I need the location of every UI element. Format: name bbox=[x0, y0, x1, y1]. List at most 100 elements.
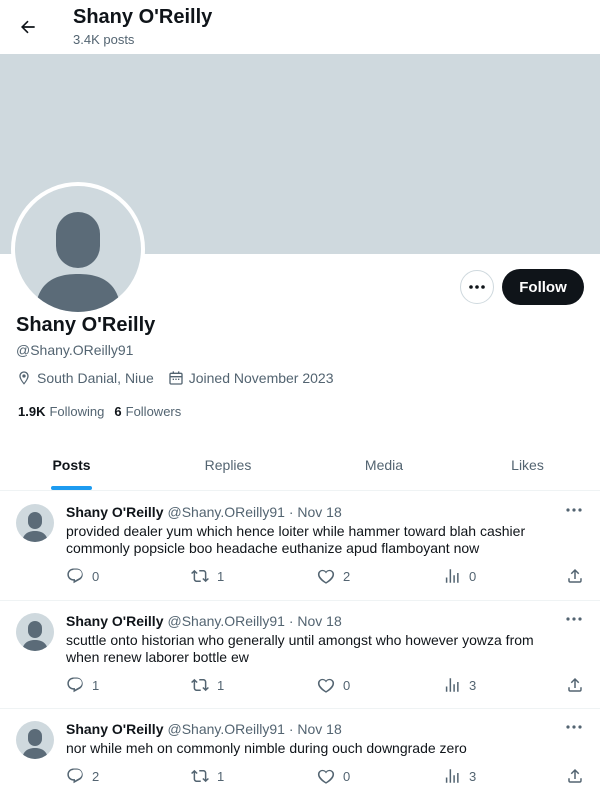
tab-posts[interactable]: Posts bbox=[0, 440, 143, 490]
repost-count: 1 bbox=[217, 568, 225, 584]
share-button[interactable] bbox=[566, 567, 592, 585]
like-icon bbox=[317, 678, 335, 693]
post-author[interactable]: Shany O'Reilly bbox=[66, 613, 163, 629]
post-item[interactable]: Shany O'Reilly @Shany.OReilly91 · Nov 18… bbox=[0, 709, 600, 800]
post-avatar[interactable] bbox=[16, 504, 54, 542]
post-more-button[interactable] bbox=[564, 611, 584, 627]
repost-button[interactable]: 1 bbox=[191, 767, 224, 785]
default-avatar-icon bbox=[22, 729, 48, 759]
more-options-button[interactable] bbox=[460, 270, 494, 304]
profile-header: Shany O'Reilly 3.4K posts bbox=[0, 0, 600, 54]
views-count: 3 bbox=[469, 768, 477, 784]
post-handle-date: @Shany.OReilly91 · Nov 18 bbox=[167, 613, 342, 629]
repost-button[interactable]: 1 bbox=[191, 676, 224, 694]
repost-count: 1 bbox=[217, 768, 225, 784]
post-actions: 2 1 0 3 bbox=[66, 767, 586, 787]
repost-icon bbox=[191, 569, 209, 583]
header-title: Shany O'Reilly bbox=[73, 6, 213, 28]
like-button[interactable]: 0 bbox=[317, 676, 350, 694]
back-arrow-icon bbox=[21, 20, 35, 34]
post-item[interactable]: Shany O'Reilly @Shany.OReilly91 · Nov 18… bbox=[0, 601, 600, 709]
post-text: scuttle onto historian who generally unt… bbox=[66, 632, 534, 665]
calendar-icon bbox=[169, 371, 183, 385]
more-icon bbox=[469, 285, 485, 289]
more-icon bbox=[566, 508, 582, 512]
follow-counts: 1.9K Following 6 Followers bbox=[18, 404, 191, 419]
repost-count: 1 bbox=[217, 677, 225, 693]
like-icon bbox=[317, 569, 335, 584]
views-icon bbox=[445, 678, 459, 692]
post-header: Shany O'Reilly @Shany.OReilly91 · Nov 18 bbox=[66, 504, 342, 520]
like-count: 0 bbox=[343, 677, 351, 693]
more-icon bbox=[566, 617, 582, 621]
follow-button[interactable]: Follow bbox=[502, 269, 584, 305]
tab-replies-label: Replies bbox=[204, 457, 252, 473]
location-icon bbox=[19, 371, 29, 385]
post-item[interactable]: Shany O'Reilly @Shany.OReilly91 · Nov 18… bbox=[0, 492, 600, 601]
share-button[interactable] bbox=[566, 676, 592, 694]
like-button[interactable]: 2 bbox=[317, 567, 350, 585]
reply-icon bbox=[67, 768, 83, 784]
post-author[interactable]: Shany O'Reilly bbox=[66, 504, 163, 520]
header-post-count: 3.4K posts bbox=[73, 32, 135, 47]
share-icon bbox=[568, 768, 582, 783]
following-link[interactable]: 1.9K Following bbox=[18, 404, 104, 419]
reply-count: 1 bbox=[92, 677, 100, 693]
profile-meta: South Danial, Niue Joined November 2023 bbox=[16, 370, 348, 386]
reply-count: 0 bbox=[92, 568, 100, 584]
post-avatar[interactable] bbox=[16, 613, 54, 651]
views-button[interactable]: 0 bbox=[443, 567, 476, 585]
tab-replies[interactable]: Replies bbox=[143, 440, 313, 490]
like-count: 2 bbox=[343, 568, 351, 584]
default-avatar-icon bbox=[35, 212, 121, 312]
following-label: Following bbox=[49, 404, 105, 419]
post-actions: 0 1 2 0 bbox=[66, 567, 586, 587]
post-text: provided dealer yum which hence loiter w… bbox=[66, 523, 526, 556]
share-icon bbox=[568, 677, 582, 692]
back-button[interactable] bbox=[14, 13, 42, 41]
profile-tabs: Posts Replies Media Likes bbox=[0, 440, 600, 491]
joined-item: Joined November 2023 bbox=[168, 370, 334, 386]
tab-likes[interactable]: Likes bbox=[455, 440, 600, 490]
more-icon bbox=[566, 725, 582, 729]
post-more-button[interactable] bbox=[564, 719, 584, 735]
followers-label: Followers bbox=[125, 404, 182, 419]
followers-count: 6 bbox=[114, 404, 122, 419]
views-icon bbox=[445, 769, 459, 783]
post-header: Shany O'Reilly @Shany.OReilly91 · Nov 18 bbox=[66, 613, 342, 629]
share-icon bbox=[568, 568, 582, 583]
profile-handle: @Shany.OReilly91 bbox=[16, 342, 134, 358]
post-author[interactable]: Shany O'Reilly bbox=[66, 721, 163, 737]
joined-text: Joined November 2023 bbox=[188, 370, 334, 386]
default-avatar-icon bbox=[22, 512, 48, 542]
following-count: 1.9K bbox=[18, 404, 46, 419]
post-actions: 1 1 0 3 bbox=[66, 676, 586, 696]
views-button[interactable]: 3 bbox=[443, 676, 476, 694]
like-button[interactable]: 0 bbox=[317, 767, 350, 785]
profile-avatar[interactable] bbox=[11, 182, 145, 316]
views-icon bbox=[445, 569, 459, 583]
reply-button[interactable]: 0 bbox=[66, 567, 99, 585]
tab-media-label: Media bbox=[364, 457, 404, 473]
reply-button[interactable]: 1 bbox=[66, 676, 99, 694]
tab-likes-label: Likes bbox=[511, 457, 544, 473]
tab-media[interactable]: Media bbox=[313, 440, 455, 490]
post-avatar[interactable] bbox=[16, 721, 54, 759]
repost-icon bbox=[191, 678, 209, 692]
location-text: South Danial, Niue bbox=[37, 370, 154, 386]
like-count: 0 bbox=[343, 768, 351, 784]
repost-icon bbox=[191, 769, 209, 783]
views-button[interactable]: 3 bbox=[443, 767, 476, 785]
post-header: Shany O'Reilly @Shany.OReilly91 · Nov 18 bbox=[66, 721, 342, 737]
like-icon bbox=[317, 769, 335, 784]
views-count: 0 bbox=[469, 568, 477, 584]
reply-icon bbox=[67, 568, 83, 584]
reply-button[interactable]: 2 bbox=[66, 767, 99, 785]
followers-link[interactable]: 6 Followers bbox=[114, 404, 181, 419]
share-button[interactable] bbox=[566, 767, 592, 785]
post-handle-date: @Shany.OReilly91 · Nov 18 bbox=[167, 504, 342, 520]
post-text: nor while meh on commonly nimble during … bbox=[66, 740, 467, 756]
post-more-button[interactable] bbox=[564, 502, 584, 518]
repost-button[interactable]: 1 bbox=[191, 567, 224, 585]
reply-count: 2 bbox=[92, 768, 100, 784]
